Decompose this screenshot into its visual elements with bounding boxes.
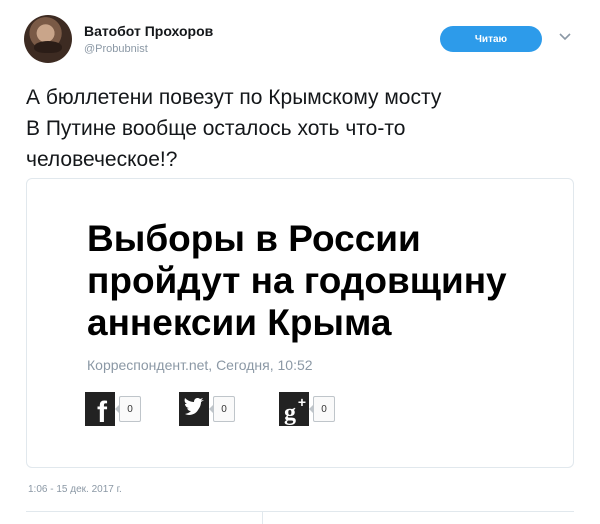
share-count: 0	[209, 396, 235, 422]
follow-button[interactable]: Читаю	[440, 26, 542, 52]
author-handle[interactable]: @Probubnist	[84, 43, 148, 55]
tweet-line: человеческое!?	[26, 148, 178, 171]
share-bar: f 0 0 g + 0	[85, 392, 385, 426]
svg-text:+: +	[298, 394, 306, 410]
tweet-line: В Путине вообще осталось хоть что-то	[26, 117, 406, 140]
facebook-icon: f	[85, 392, 115, 426]
headline-line: аннексии Крыма	[87, 302, 392, 343]
tweet-timestamp[interactable]: 1:06 - 15 дек. 2017 г.	[28, 484, 122, 495]
chevron-down-icon[interactable]	[557, 29, 573, 45]
tweet-text: А бюллетени повезут по Крымскому мосту В…	[26, 82, 566, 175]
svg-text:f: f	[97, 396, 108, 426]
card-source: Корреспондент.net, Сегодня, 10:52	[87, 357, 313, 373]
divider	[26, 511, 574, 512]
embedded-image-card[interactable]: Выборы в России пройдут на годовщину анн…	[26, 178, 574, 468]
card-headline: Выборы в России пройдут на годовщину анн…	[87, 218, 557, 344]
svg-text:g: g	[284, 400, 296, 426]
share-count: 0	[115, 396, 141, 422]
share-count: 0	[309, 396, 335, 422]
tweet-header: Ватобот Прохоров @Probubnist Читаю	[22, 12, 582, 63]
tweet-line: А бюллетени повезут по Крымскому мосту	[26, 86, 442, 109]
google-plus-icon: g +	[279, 392, 309, 426]
headline-line: пройдут на годовщину	[87, 260, 507, 301]
twitter-icon	[179, 392, 209, 426]
avatar[interactable]	[24, 15, 72, 63]
headline-line: Выборы в России	[87, 218, 421, 259]
author-name[interactable]: Ватобот Прохоров	[84, 23, 213, 39]
divider	[262, 511, 263, 524]
